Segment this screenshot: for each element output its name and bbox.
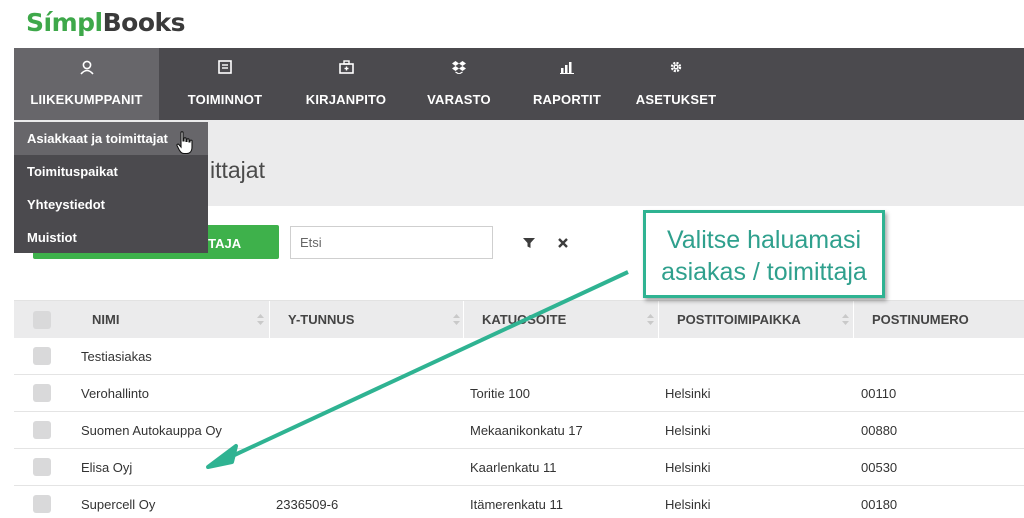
column-label: POSTINUMERO (872, 312, 969, 327)
cell-nimi[interactable]: Suomen Autokauppa Oy (81, 412, 222, 449)
column-header-katuosoite[interactable]: KATUOSOITE (464, 301, 659, 339)
cell-postitoimipaikka: Helsinki (665, 423, 711, 438)
nav-item-toiminnot[interactable]: TOIMINNOT (174, 48, 276, 120)
cell-katuosoite: Kaarlenkatu 11 (470, 460, 557, 475)
table-row[interactable]: Verohallinto Toritie 100 Helsinki 00110 (14, 375, 1024, 412)
bar-chart-icon (522, 60, 612, 76)
gear-icon (634, 60, 718, 76)
cell-postinumero: 00880 (861, 423, 898, 438)
nav-label: RAPORTIT (532, 92, 602, 107)
sort-icon (842, 314, 849, 325)
row-checkbox[interactable] (33, 458, 51, 476)
nav-item-liikekumppanit[interactable]: LIIKEKUMPPANIT (14, 48, 159, 120)
nav-item-varasto[interactable]: VARASTO (419, 48, 499, 120)
nav-item-kirjanpito[interactable]: KIRJANPITO (296, 48, 396, 120)
hand-cursor-icon (176, 131, 193, 155)
sort-icon (647, 314, 654, 325)
cell-postitoimipaikka: Helsinki (665, 497, 711, 512)
cell-postitoimipaikka: Helsinki (665, 460, 711, 475)
column-header-postinumero[interactable]: POSTINUMERO (854, 301, 1024, 339)
main-navbar: LIIKEKUMPPANIT TOIMINNOT KIRJANPITO VARA… (14, 48, 1024, 120)
nav-label: TOIMINNOT (187, 92, 263, 107)
column-label: KATUOSOITE (482, 312, 567, 327)
briefcase-icon (296, 60, 396, 76)
cell-postinumero: 00110 (861, 386, 897, 401)
cell-katuosoite: Mekaanikonkatu 17 (470, 423, 583, 438)
row-checkbox[interactable] (33, 347, 51, 365)
cell-postinumero: 00180 (861, 497, 898, 512)
select-all-checkbox[interactable] (33, 311, 51, 329)
person-icon (14, 60, 159, 76)
cell-katuosoite: Toritie 100 (470, 386, 530, 401)
row-checkbox[interactable] (33, 384, 51, 402)
nav-label: KIRJANPITO (305, 92, 387, 107)
column-label: NIMI (92, 312, 120, 327)
callout-line-1: Valitse haluamasi (666, 226, 862, 254)
page-title: ittajat (210, 157, 265, 183)
dropbox-icon (419, 60, 499, 76)
table-row[interactable]: Testiasiakas (14, 338, 1024, 375)
table-row[interactable]: Supercell Oy 2336509-6 Itämerenkatu 11 H… (14, 486, 1024, 518)
column-header-nimi[interactable]: NIMI (74, 301, 270, 339)
logo-part-simpl: Símpl (26, 8, 103, 37)
nav-item-raportit[interactable]: RAPORTIT (522, 48, 612, 120)
cell-nimi[interactable]: Elisa Oyj (81, 449, 132, 486)
cell-katuosoite: Itämerenkatu 11 (470, 497, 563, 512)
nav-label: ASETUKSET (635, 92, 717, 107)
cell-postinumero: 00530 (861, 460, 898, 475)
nav-item-asetukset[interactable]: ASETUKSET (634, 48, 718, 120)
menu-item-toimituspaikat[interactable]: Toimituspaikat (14, 155, 208, 188)
logo-part-books: Books (102, 8, 186, 37)
menu-item-yhteystiedot[interactable]: Yhteystiedot (14, 188, 208, 221)
row-checkbox[interactable] (33, 495, 51, 513)
sort-icon (257, 314, 264, 325)
tutorial-callout: Valitse haluamasi asiakas / toimittaja (643, 210, 885, 298)
cell-nimi[interactable]: Supercell Oy (81, 486, 155, 518)
column-header-postitoimipaikka[interactable]: POSTITOIMIPAIKKA (659, 301, 854, 339)
nav-label: VARASTO (427, 92, 491, 107)
cell-postitoimipaikka: Helsinki (665, 386, 711, 401)
search-input[interactable] (290, 226, 493, 259)
nav-label: LIIKEKUMPPANIT (30, 92, 143, 107)
row-checkbox[interactable] (33, 421, 51, 439)
callout-line-2: asiakas / toimittaja (661, 258, 867, 286)
cell-nimi[interactable]: Testiasiakas (81, 338, 152, 375)
table-row[interactable]: Suomen Autokauppa Oy Mekaanikonkatu 17 H… (14, 412, 1024, 449)
sort-icon (453, 314, 460, 325)
cell-nimi[interactable]: Verohallinto (81, 375, 149, 412)
filter-icon[interactable] (522, 236, 536, 250)
column-label: Y-TUNNUS (288, 312, 355, 327)
column-header-y-tunnus[interactable]: Y-TUNNUS (270, 301, 464, 339)
table-row[interactable]: Elisa Oyj Kaarlenkatu 11 Helsinki 00530 (14, 449, 1024, 486)
top-header: SímplBooks (0, 0, 1024, 48)
cell-y-tunnus: 2336509-6 (276, 497, 339, 512)
list-icon (174, 60, 276, 76)
table-header: NIMI Y-TUNNUS KATUOSOITE POSTITOIMIPAIKK… (14, 300, 1024, 339)
menu-item-muistiot[interactable]: Muistiot (14, 221, 208, 254)
clear-filter-icon[interactable] (556, 236, 570, 250)
simplbooks-logo[interactable]: SímplBooks (26, 8, 186, 37)
column-label: POSTITOIMIPAIKKA (677, 312, 801, 327)
